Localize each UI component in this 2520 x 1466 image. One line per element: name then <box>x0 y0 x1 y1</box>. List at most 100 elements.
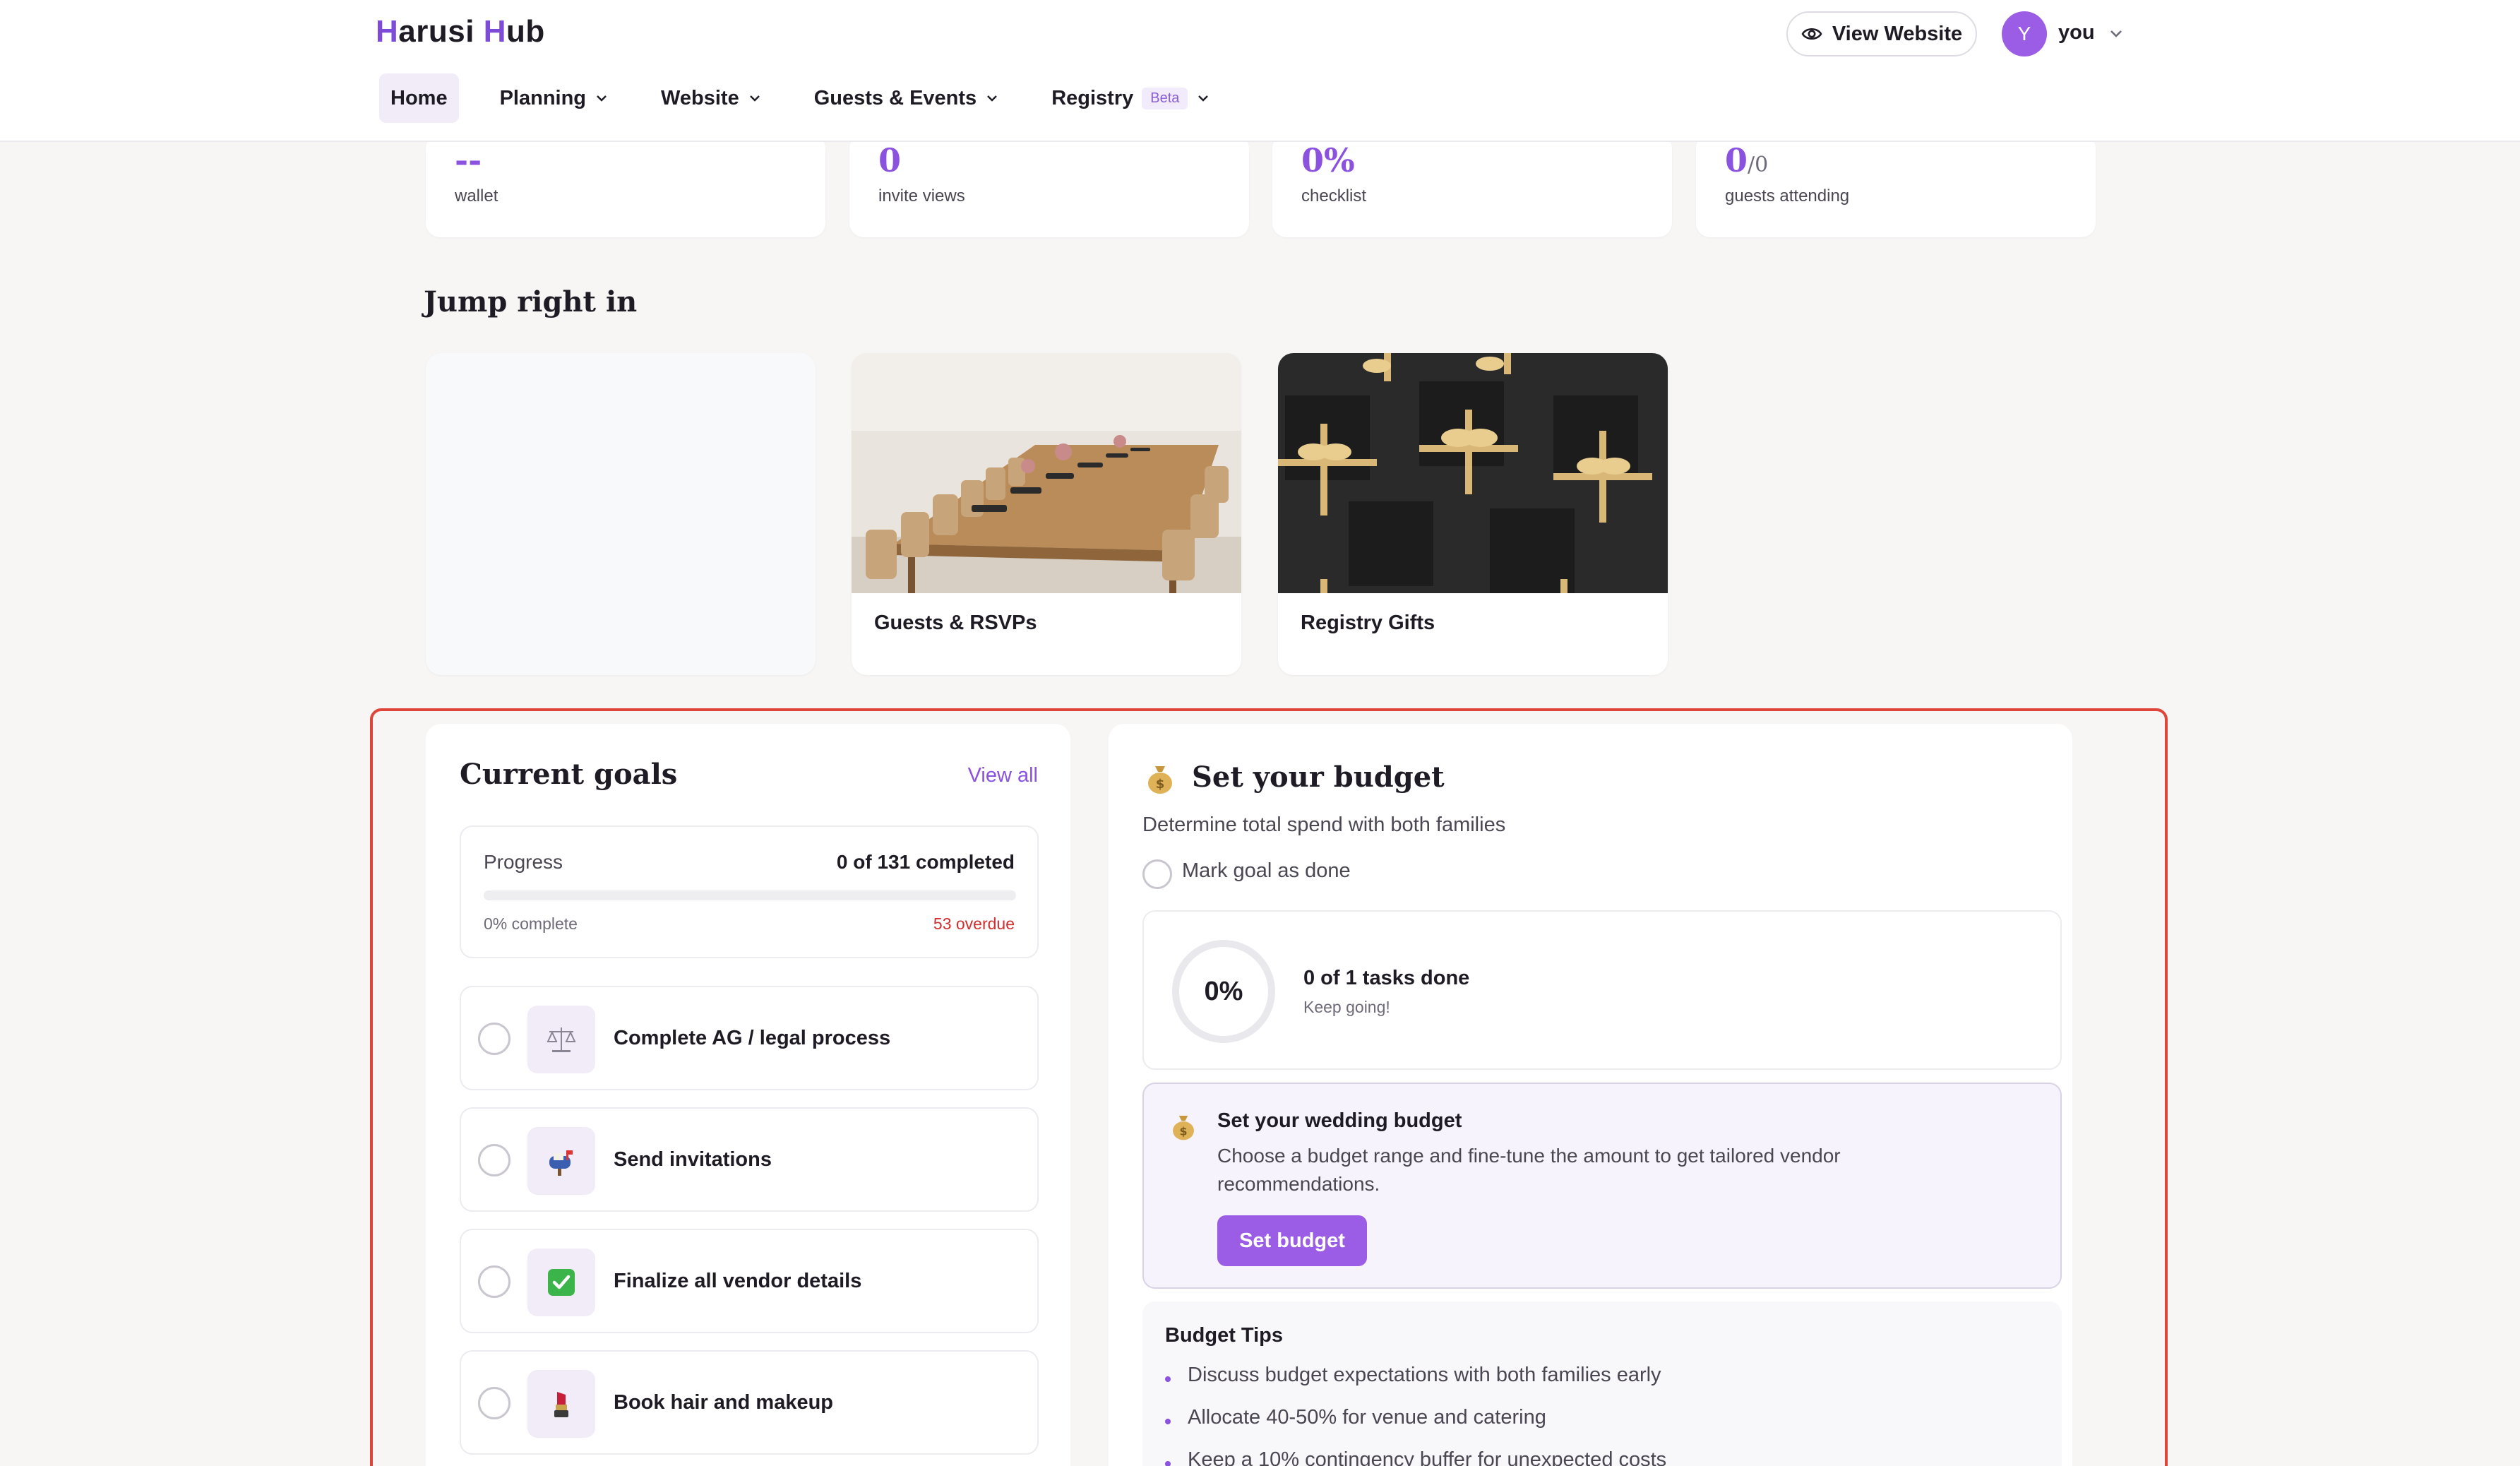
money-bag-icon: $ <box>1173 1116 1194 1140</box>
goal-checkbox[interactable] <box>478 1144 510 1176</box>
tile-placeholder <box>426 353 816 675</box>
logo-text-right: ub <box>506 14 545 49</box>
mailbox-icon <box>527 1127 595 1195</box>
goal-item[interactable]: Send invitations <box>460 1107 1039 1212</box>
stat-value: 0% <box>1301 141 1355 179</box>
budget-tips-card: Budget Tips Discuss budget expectations … <box>1142 1301 2062 1466</box>
dining-table-image <box>852 353 1241 593</box>
nav-registry[interactable]: Registry Beta <box>1040 73 1222 123</box>
chevron-down-icon <box>1198 95 1209 102</box>
view-website-label: View Website <box>1832 22 1963 45</box>
main-nav: Home Planning Website Guests & Events Re… <box>379 73 1251 123</box>
stat-label: invite views <box>878 186 965 205</box>
goal-title: Send invitations <box>614 1148 772 1171</box>
budget-subtitle: Determine total spend with both families <box>1142 814 1506 836</box>
chevron-down-icon[interactable] <box>2108 20 2125 48</box>
chevron-down-icon <box>987 95 998 102</box>
tasks-done: 0 of 1 tasks done <box>1303 967 1470 989</box>
nav-home[interactable]: Home <box>379 73 459 123</box>
tip-text: Allocate 40-50% for venue and catering <box>1188 1406 1546 1429</box>
nav-planning[interactable]: Planning <box>489 73 620 123</box>
mark-done-label[interactable]: Mark goal as done <box>1182 859 1351 883</box>
keep-going: Keep going! <box>1303 998 1390 1016</box>
progress-label: Progress <box>484 851 563 873</box>
logo[interactable]: Harusi Hub <box>376 14 545 49</box>
goal-title: Complete AG / legal process <box>614 1027 891 1049</box>
check-icon <box>527 1249 595 1316</box>
nav-home-label: Home <box>390 86 448 109</box>
progress-bar <box>484 890 1016 900</box>
budget-tips-title: Budget Tips <box>1165 1324 1284 1347</box>
nav-website[interactable]: Website <box>650 73 773 123</box>
tile-guests-rsvps[interactable]: Guests & RSVPs <box>852 353 1241 675</box>
tasks-progress-card: 0% 0 of 1 tasks done Keep going! <box>1142 910 2062 1070</box>
goal-item[interactable]: Complete AG / legal process <box>460 986 1039 1090</box>
nav-website-label: Website <box>661 86 739 109</box>
stat-value-main: 0 <box>1725 141 1748 179</box>
logo-h-icon: H <box>483 14 506 49</box>
stat-label: wallet <box>455 186 498 205</box>
current-goals-panel: Current goals View all Progress 0 of 131… <box>426 724 1070 1466</box>
overdue-count: 53 overdue <box>933 914 1015 933</box>
user-name[interactable]: you <box>2058 21 2095 44</box>
money-bag-icon: $ <box>1148 766 1172 794</box>
nav-guests-events[interactable]: Guests & Events <box>803 73 1010 123</box>
goal-checkbox[interactable] <box>478 1265 510 1298</box>
bullet-icon <box>1165 1376 1171 1382</box>
goal-item[interactable]: Finalize all vendor details <box>460 1229 1039 1333</box>
svg-text:$: $ <box>1156 777 1165 792</box>
nav-registry-label: Registry <box>1051 86 1134 109</box>
bullet-icon <box>1165 1460 1171 1466</box>
budget-goal-panel: $ Set your budget Determine total spend … <box>1109 724 2072 1466</box>
nav-planning-label: Planning <box>499 86 587 109</box>
stat-label: guests attending <box>1725 186 1850 205</box>
progress-card: Progress 0 of 131 completed 0% complete … <box>460 826 1039 958</box>
avatar[interactable]: Y <box>2002 11 2047 56</box>
nav-guests-events-label: Guests & Events <box>813 86 977 109</box>
progress-completed: 0 of 131 completed <box>836 851 1015 873</box>
lipstick-icon <box>527 1370 595 1438</box>
chevron-down-icon <box>597 95 607 102</box>
chevron-down-icon <box>749 95 760 102</box>
progress-percent: 0% complete <box>484 914 578 933</box>
scales-icon <box>527 1006 595 1073</box>
stat-card-invite-views[interactable]: 0 invite views <box>849 134 1249 237</box>
goal-checkbox[interactable] <box>478 1387 510 1419</box>
section-title-jump: Jump right in <box>424 285 638 318</box>
view-website-button[interactable]: View Website <box>1786 11 1977 56</box>
top-header: Harusi Hub View Website Y you Home Plann… <box>0 0 2520 142</box>
wedding-budget-description: Choose a budget range and fine-tune the … <box>1217 1145 1841 1195</box>
stat-value: 0/0 <box>1725 141 1768 179</box>
goal-checkbox[interactable] <box>478 1023 510 1055</box>
eye-icon <box>1801 28 1822 40</box>
stat-value-suffix: /0 <box>1748 153 1769 177</box>
tile-caption: Registry Gifts <box>1301 612 1435 634</box>
budget-title: Set your budget <box>1192 761 1445 794</box>
stat-value: -- <box>455 141 482 179</box>
tip-text: Keep a 10% contingency buffer for unexpe… <box>1188 1448 1667 1466</box>
goals-title: Current goals <box>460 758 678 791</box>
tip-text: Discuss budget expectations with both fa… <box>1188 1364 1661 1386</box>
wedding-budget-card: $ Set your wedding budget Choose a budge… <box>1142 1083 2062 1289</box>
logo-text-left: arusi <box>398 14 474 49</box>
avatar-initial: Y <box>2017 23 2031 44</box>
goal-title: Book hair and makeup <box>614 1391 834 1414</box>
stat-card-guests-attending[interactable]: 0/0 guests attending <box>1696 134 2096 237</box>
goal-item[interactable]: Book hair and makeup <box>460 1350 1039 1455</box>
mark-done-checkbox[interactable] <box>1142 859 1172 889</box>
progress-ring: 0% <box>1172 940 1275 1043</box>
goal-title: Finalize all vendor details <box>614 1270 862 1292</box>
list-item: Discuss budget expectations with both fa… <box>1165 1364 1661 1387</box>
stat-card-checklist[interactable]: 0% checklist <box>1272 134 1672 237</box>
stat-card-wallet[interactable]: -- wallet <box>426 134 825 237</box>
wedding-budget-title: Set your wedding budget <box>1217 1109 1462 1132</box>
gift-boxes-image <box>1278 353 1668 593</box>
list-item: Allocate 40-50% for venue and catering <box>1165 1406 1546 1429</box>
svg-text:$: $ <box>1179 1124 1187 1138</box>
view-all-link[interactable]: View all <box>968 764 1038 787</box>
list-item: Keep a 10% contingency buffer for unexpe… <box>1165 1448 1666 1466</box>
tile-registry-gifts[interactable]: Registry Gifts <box>1278 353 1668 675</box>
ring-percent: 0% <box>1204 976 1243 1006</box>
logo-h-icon: H <box>376 14 399 49</box>
set-budget-button[interactable]: Set budget <box>1217 1215 1367 1266</box>
